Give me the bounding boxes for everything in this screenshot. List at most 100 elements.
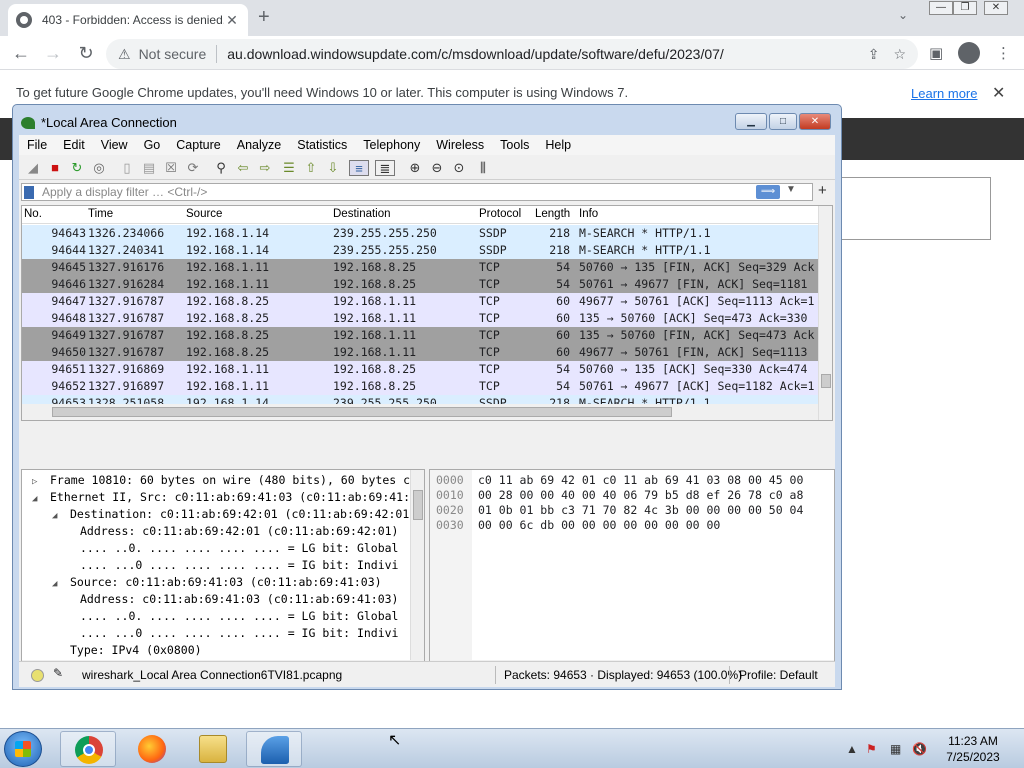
display-filter-input[interactable]: Apply a display filter … <Ctrl-/> ⟹ ▼ — [21, 183, 813, 201]
packet-row[interactable]: 94651 1327.916869 192.168.1.11 192.168.8.25… — [22, 361, 818, 378]
close-tab-icon[interactable]: ✕ — [224, 12, 240, 29]
url-text[interactable]: au.download.windowsupdate.com/c/msdownlo… — [227, 46, 853, 62]
menu-go[interactable]: Go — [144, 135, 161, 155]
new-tab-button[interactable]: + — [258, 6, 270, 29]
chevron-down-icon[interactable]: ▼ — [786, 184, 796, 195]
ws-minimize-button[interactable]: ▁ — [735, 113, 767, 130]
share-icon[interactable]: ⇪ — [868, 46, 880, 63]
detail-row[interactable]: Address: c0:11:ab:69:41:03 (c0:11:ab:69:… — [62, 592, 399, 606]
add-filter-button[interactable]: + — [818, 182, 827, 199]
scroll-thumb[interactable] — [52, 407, 672, 417]
restart-capture-icon[interactable]: ↻ — [69, 160, 85, 176]
col-source[interactable]: Source — [186, 208, 222, 220]
show-hidden-icons-icon[interactable]: ▲ — [846, 742, 858, 756]
packet-row[interactable]: 94648 1327.916787 192.168.8.25 192.168.1.11… — [22, 310, 818, 327]
menu-capture[interactable]: Capture — [176, 135, 220, 155]
zoom-out-icon[interactable]: ⊖ — [429, 160, 445, 176]
menu-analyze[interactable]: Analyze — [237, 135, 281, 155]
clock[interactable]: 11:23 AM 7/25/2023 — [940, 733, 1006, 765]
byte-hex[interactable]: 00 00 6c db 00 00 00 00 00 00 00 00 — [478, 518, 720, 532]
edit-comment-icon[interactable]: ✎ — [53, 666, 63, 680]
col-time[interactable]: Time — [88, 208, 113, 220]
profile-avatar[interactable] — [958, 42, 980, 64]
packet-row[interactable]: 94644 1327.240341 192.168.1.14 239.255.255.… — [22, 242, 818, 259]
packet-bytes[interactable]: 0000 c0 11 ab 69 42 01 c0 11 ab 69 41 03 … — [429, 469, 835, 675]
side-panel-icon[interactable]: ▣ — [929, 44, 943, 62]
reload-button[interactable]: ↻ — [75, 42, 97, 64]
col-no[interactable]: No. — [24, 208, 42, 220]
browser-tab[interactable]: 403 - Forbidden: Access is denied. ✕ — [8, 4, 248, 36]
packet-row[interactable]: 94643 1326.234066 192.168.1.14 239.255.255.… — [22, 225, 818, 242]
apply-filter-button[interactable]: ⟹ — [756, 185, 780, 199]
menu-view[interactable]: View — [101, 135, 128, 155]
close-icon[interactable]: ✕ — [992, 83, 1005, 103]
detail-row[interactable]: .... ...0 .... .... .... .... = IG bit: … — [62, 558, 399, 572]
close-file-icon[interactable]: ☒ — [163, 160, 179, 176]
col-info[interactable]: Info — [579, 208, 598, 220]
detail-row[interactable]: .... ...0 .... .... .... .... = IG bit: … — [62, 626, 399, 640]
packet-list-hscroll[interactable] — [22, 404, 818, 420]
packet-row[interactable]: 94649 1327.916787 192.168.8.25 192.168.1.11… — [22, 327, 818, 344]
packet-details[interactable]: ▷ Frame 10810: 60 bytes on wire (480 bits… — [21, 469, 425, 675]
detail-row[interactable]: ◢ Destination: c0:11:ab:69:42:01 (c0:11:a… — [52, 507, 409, 521]
detail-row[interactable]: Type: IPv4 (0x0800) — [52, 643, 202, 657]
autoscroll-icon[interactable]: ≡ — [349, 160, 369, 176]
open-file-icon[interactable]: ▯ — [119, 160, 135, 176]
colorize-icon[interactable]: ≣ — [375, 160, 395, 176]
capture-options-icon[interactable]: ◎ — [91, 160, 107, 176]
forward-button[interactable]: → — [42, 42, 64, 64]
detail-row[interactable]: .... ..0. .... .... .... .... = LG bit: … — [62, 609, 399, 623]
restore-button[interactable]: ❐ — [953, 1, 977, 15]
scroll-thumb[interactable] — [413, 490, 423, 520]
expand-triangle-icon[interactable]: ◢ — [52, 511, 70, 521]
not-secure-label[interactable]: Not secure — [139, 46, 207, 62]
detail-row[interactable]: ◢ Source: c0:11:ab:69:41:03 (c0:11:ab:69:… — [52, 575, 382, 589]
byte-hex[interactable]: c0 11 ab 69 42 01 c0 11 ab 69 41 03 08 0… — [478, 473, 803, 487]
packet-row[interactable]: 94652 1327.916897 192.168.1.11 192.168.8.25… — [22, 378, 818, 395]
detail-row[interactable]: Address: c0:11:ab:69:42:01 (c0:11:ab:69:… — [62, 524, 399, 538]
detail-row[interactable]: ▷ Frame 10810: 60 bytes on wire (480 bits… — [32, 473, 410, 487]
chevron-down-icon[interactable]: ⌄ — [898, 8, 908, 22]
expand-triangle-icon[interactable]: ◢ — [52, 579, 70, 589]
ws-maximize-button[interactable]: □ — [769, 113, 797, 130]
ws-close-button[interactable]: ✕ — [799, 113, 831, 130]
packet-row[interactable]: 94650 1327.916787 192.168.8.25 192.168.1.11… — [22, 344, 818, 361]
taskbar-firefox[interactable] — [124, 731, 180, 767]
taskbar-wireshark[interactable] — [246, 731, 302, 767]
packet-list-vscroll[interactable] — [818, 206, 832, 420]
bookmark-star-icon[interactable]: ☆ — [893, 46, 906, 63]
first-packet-icon[interactable]: ⇧ — [303, 160, 319, 176]
address-bar[interactable]: ⚠ Not secure au.download.windowsupdate.c… — [106, 39, 918, 69]
byte-hex[interactable]: 00 28 00 00 40 00 40 06 79 b5 d8 ef 26 7… — [478, 488, 803, 502]
menu-dots-icon[interactable]: ⋮ — [996, 44, 1011, 62]
go-forward-icon[interactable]: ⇨ — [257, 160, 273, 176]
expert-info-icon[interactable] — [31, 669, 44, 682]
go-back-icon[interactable]: ⇦ — [235, 160, 251, 176]
go-to-packet-icon[interactable]: ☰ — [281, 160, 297, 176]
normal-size-icon[interactable]: ⊙ — [451, 160, 467, 176]
packet-row[interactable]: 94646 1327.916284 192.168.1.11 192.168.8.25… — [22, 276, 818, 293]
scroll-thumb[interactable] — [821, 374, 831, 388]
col-destination[interactable]: Destination — [333, 208, 391, 220]
menu-edit[interactable]: Edit — [63, 135, 85, 155]
menu-telephony[interactable]: Telephony — [363, 135, 420, 155]
col-length[interactable]: Length — [535, 208, 570, 220]
bookmark-icon[interactable] — [24, 186, 34, 199]
stop-capture-icon[interactable]: ■ — [47, 160, 63, 176]
details-vscroll[interactable] — [410, 470, 424, 660]
taskbar-chrome[interactable] — [60, 731, 116, 767]
packet-row[interactable]: 94645 1327.916176 192.168.1.11 192.168.8.25… — [22, 259, 818, 276]
taskbar-explorer[interactable] — [185, 731, 241, 767]
zoom-in-icon[interactable]: ⊕ — [407, 160, 423, 176]
minimize-button[interactable]: — — [929, 1, 953, 15]
back-button[interactable]: ← — [10, 42, 32, 64]
menu-statistics[interactable]: Statistics — [297, 135, 347, 155]
byte-hex[interactable]: 01 0b 01 bb c3 71 70 82 4c 3b 00 00 00 0… — [478, 503, 803, 517]
action-center-icon[interactable]: ⚑ — [866, 742, 877, 756]
menu-tools[interactable]: Tools — [500, 135, 529, 155]
profile-label[interactable]: Profile: Default — [739, 668, 818, 682]
expand-triangle-icon[interactable]: ▷ — [32, 477, 50, 487]
reload-file-icon[interactable]: ⟳ — [185, 160, 201, 176]
packet-list[interactable]: No. Time Source Destination Protocol Len… — [21, 205, 833, 421]
network-icon[interactable]: ▦ — [890, 742, 901, 756]
